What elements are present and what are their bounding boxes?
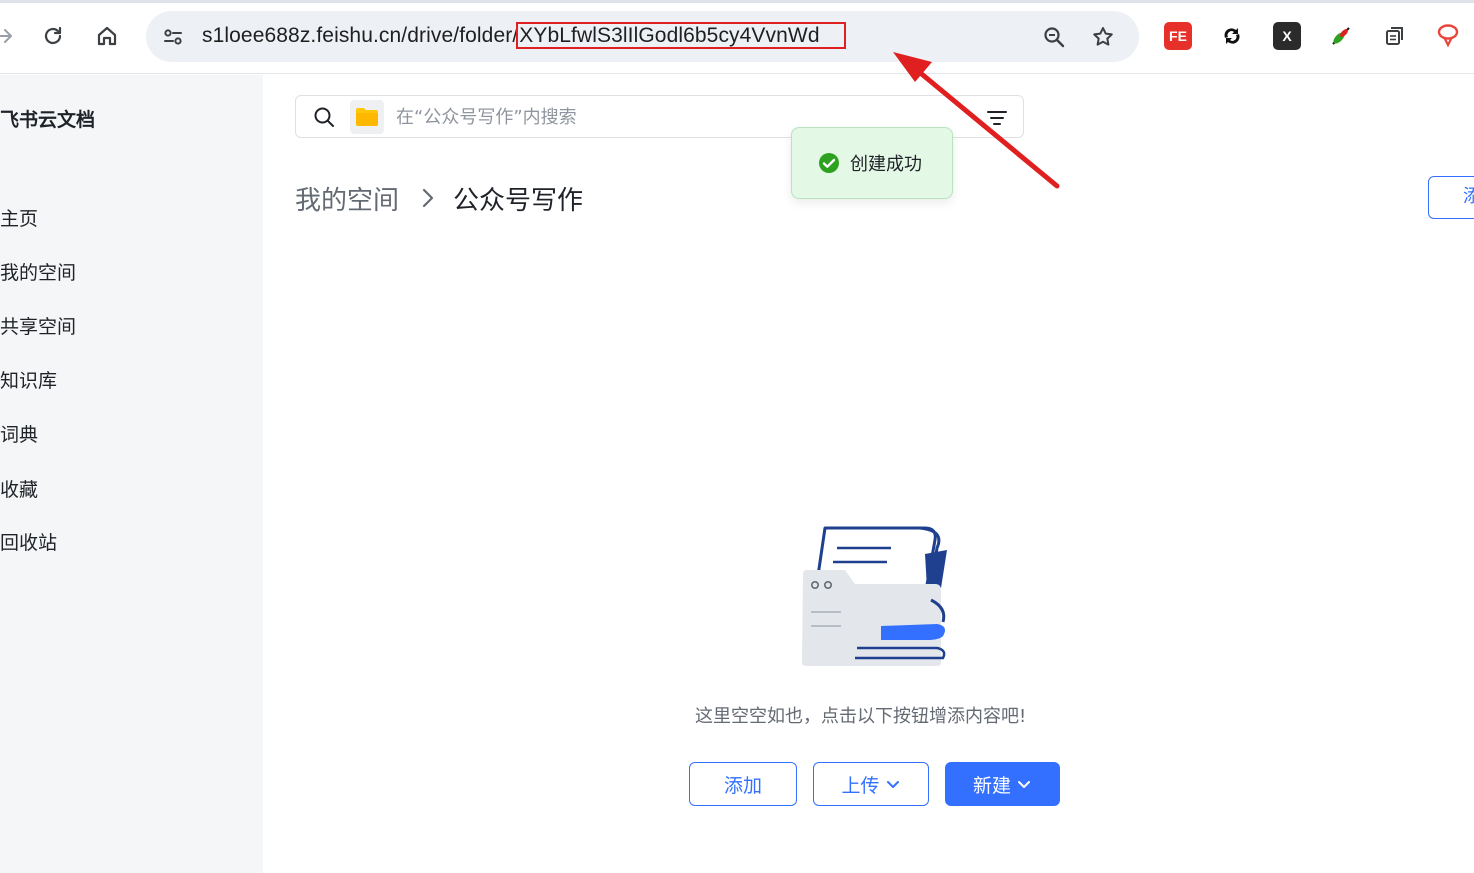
extension-x-icon[interactable]: X (1273, 22, 1301, 50)
new-button-label: 新建 (972, 774, 1011, 797)
home-icon[interactable] (89, 18, 125, 54)
breadcrumb: 我的空间 公众号写作 (295, 180, 583, 216)
extension-copy-icon[interactable] (1381, 22, 1409, 50)
search-icon (314, 107, 334, 127)
add-button[interactable]: 添加 (689, 762, 797, 806)
upload-button[interactable]: 上传 (813, 762, 929, 806)
new-button[interactable]: 新建 (945, 762, 1060, 806)
url-text[interactable]: s1loee688z.feishu.cn/drive/folder/XYbLfw… (202, 22, 846, 50)
extension-color-leaf-icon[interactable] (1327, 22, 1355, 50)
sidebar-item-dictionary[interactable]: 词典 (0, 421, 38, 449)
url-folder-token-highlight: XYbLfwlS3lIlGodl6b5cy4VvnWd (516, 22, 846, 49)
chevron-down-icon (886, 781, 899, 788)
sidebar-item-my-space[interactable]: 我的空间 (0, 259, 76, 287)
bookmark-star-icon[interactable] (1088, 22, 1118, 52)
forward-icon[interactable] (0, 18, 22, 54)
folder-scope-icon (350, 100, 384, 134)
sidebar-item-trash[interactable]: 回收站 (0, 529, 57, 557)
tab-strip-edge (0, 0, 1474, 3)
site-info-icon[interactable] (158, 22, 188, 52)
upload-button-label: 上传 (841, 774, 880, 797)
add-button-label: 添加 (723, 774, 762, 797)
url-prefix: s1loee688z.feishu.cn/drive/folder/ (202, 24, 519, 47)
extension-fe-icon[interactable]: FE (1164, 22, 1192, 50)
chevron-right-icon (422, 188, 434, 208)
empty-state-message: 这里空空如也，点击以下按钮增添内容吧! (695, 706, 1027, 727)
empty-folder-illustration (802, 526, 947, 666)
edge-add-button[interactable]: 添 (1428, 176, 1474, 219)
sidebar-item-favorites[interactable]: 收藏 (0, 476, 38, 504)
breadcrumb-my-space[interactable]: 我的空间 (295, 180, 399, 217)
breadcrumb-current-folder: 公众号写作 (453, 185, 584, 216)
zoom-icon[interactable] (1039, 22, 1069, 52)
extension-balloon-icon[interactable] (1434, 22, 1462, 50)
sidebar: 飞书云文档 主页 我的空间 共享空间 知识库 词典 收藏 回收站 (0, 75, 263, 873)
success-toast: 创建成功 (791, 127, 953, 199)
sidebar-item-wiki[interactable]: 知识库 (0, 367, 57, 395)
app-title: 飞书云文档 (0, 109, 96, 131)
toast-message: 创建成功 (850, 154, 922, 175)
address-bar[interactable]: s1loee688z.feishu.cn/drive/folder/XYbLfw… (146, 11, 1139, 62)
browser-toolbar: s1loee688z.feishu.cn/drive/folder/XYbLfw… (0, 0, 1474, 74)
chevron-down-icon (1018, 781, 1030, 788)
sidebar-item-shared-space[interactable]: 共享空间 (0, 313, 76, 341)
check-circle-icon (819, 153, 839, 173)
reload-icon[interactable] (35, 18, 71, 54)
filter-icon[interactable] (985, 106, 1009, 130)
extension-sync-icon[interactable] (1218, 22, 1246, 50)
sidebar-item-home[interactable]: 主页 (0, 205, 38, 233)
